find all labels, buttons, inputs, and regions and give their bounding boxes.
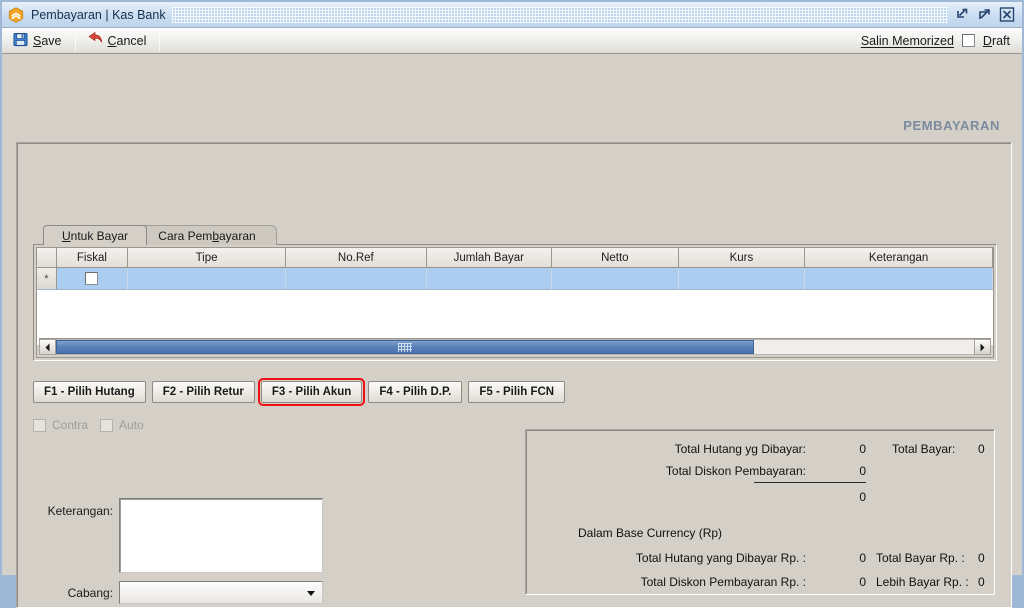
cancel-button[interactable]: Cancel bbox=[80, 30, 156, 52]
grid-col-jumlah-bayar[interactable]: Jumlah Bayar bbox=[426, 248, 553, 268]
close-button[interactable] bbox=[998, 7, 1015, 23]
restore-button[interactable] bbox=[954, 7, 971, 23]
draft-label: Draft bbox=[982, 33, 1010, 48]
f1-pilih-hutang-button[interactable]: F1 - Pilih Hutang bbox=[33, 381, 146, 403]
cell-no-ref[interactable] bbox=[286, 268, 427, 290]
total-bayar-rp-value: 0 bbox=[978, 551, 985, 565]
total-bayar-rp-label: Total Bayar Rp. : bbox=[876, 551, 965, 565]
cabang-label: Cabang: bbox=[67, 586, 113, 600]
total-bayar-value: 0 bbox=[978, 442, 985, 456]
title-bar-texture bbox=[171, 6, 948, 23]
row-indicator: * bbox=[37, 268, 57, 290]
salin-memorized-button[interactable]: Salin Memorized bbox=[861, 34, 954, 48]
keterangan-textarea[interactable] bbox=[119, 498, 323, 573]
auto-checkbox bbox=[100, 418, 114, 432]
detail-panel: Cara Pembayaran Untuk Bayar Fiskal Tipe … bbox=[16, 142, 1012, 608]
grid-col-fiskal[interactable]: Fiskal bbox=[56, 248, 128, 268]
subtotal-value: 0 bbox=[859, 490, 866, 504]
save-label: Save bbox=[33, 33, 62, 48]
f3-pilih-akun-button[interactable]: F3 - Pilih Akun bbox=[257, 378, 366, 406]
f5-pilih-fcn-button[interactable]: F5 - Pilih FCN bbox=[468, 381, 566, 403]
title-bar: Pembayaran | Kas Bank bbox=[2, 2, 1022, 28]
function-button-row: F1 - Pilih Hutang F2 - Pilih Retur F3 - … bbox=[33, 378, 566, 406]
toolbar: Save Cancel Salin Memorized Draft bbox=[2, 28, 1022, 54]
cell-jumlah-bayar[interactable] bbox=[426, 268, 553, 290]
tab-untuk-bayar[interactable]: Untuk Bayar bbox=[43, 225, 147, 245]
f4-pilih-dp-button[interactable]: F4 - Pilih D.P. bbox=[368, 381, 463, 403]
lebih-bayar-rp-value: 0 bbox=[978, 575, 985, 589]
totals-divider bbox=[754, 482, 866, 483]
scrollbar-track[interactable] bbox=[56, 339, 974, 355]
form-body: PEMBAYARAN No.Pembayaran: AUTO Tanggal: … bbox=[2, 54, 1022, 608]
grid-col-netto[interactable]: Netto bbox=[552, 248, 679, 268]
total-diskon-rp-label: Total Diskon Pembayaran Rp. : bbox=[640, 575, 806, 589]
toolbar-right-group: Salin Memorized Draft bbox=[861, 34, 1018, 48]
auto-label: Auto bbox=[119, 418, 144, 432]
draft-checkbox[interactable] bbox=[961, 34, 975, 47]
scrollbar-grip bbox=[397, 342, 412, 352]
total-hutang-rp-value: 0 bbox=[859, 551, 866, 565]
total-hutang-rp-label: Total Hutang yang Dibayar Rp. : bbox=[635, 551, 806, 565]
hexagon-chevron-icon bbox=[8, 6, 24, 23]
totals-panel: Total Hutang yg Dibayar: 0 Total Bayar: … bbox=[525, 429, 995, 595]
total-hutang-value: 0 bbox=[859, 442, 866, 456]
base-currency-label: Dalam Base Currency (Rp) bbox=[578, 526, 723, 540]
scrollbar-thumb[interactable] bbox=[56, 340, 754, 354]
cell-keterangan[interactable] bbox=[805, 268, 993, 290]
grid-corner-cell bbox=[37, 248, 57, 268]
floppy-disk-icon bbox=[13, 32, 28, 50]
page-title: PEMBAYARAN bbox=[903, 118, 1000, 133]
total-diskon-rp-value: 0 bbox=[859, 575, 866, 589]
application-window: Pembayaran | Kas Bank Save Cancel Salin … bbox=[0, 0, 1024, 608]
contra-auto-row: Contra Auto bbox=[33, 418, 144, 432]
tab-cara-pembayaran[interactable]: Cara Pembayaran bbox=[137, 225, 277, 245]
payment-grid-inner: Fiskal Tipe No.Ref Jumlah Bayar Netto Ku… bbox=[36, 247, 994, 358]
window-controls bbox=[954, 7, 1015, 23]
cell-kurs[interactable] bbox=[678, 268, 806, 290]
cabang-select[interactable] bbox=[119, 581, 323, 604]
grid-header-row: Fiskal Tipe No.Ref Jumlah Bayar Netto Ku… bbox=[37, 248, 993, 268]
scroll-left-button[interactable] bbox=[39, 339, 56, 355]
cell-netto[interactable] bbox=[552, 268, 679, 290]
keterangan-label: Keterangan: bbox=[47, 504, 113, 518]
tab-untuk-bayar-label: Untuk Bayar bbox=[61, 228, 129, 243]
total-bayar-label: Total Bayar: bbox=[892, 442, 956, 456]
grid-empty-area bbox=[37, 290, 993, 345]
table-row[interactable]: * bbox=[37, 268, 993, 290]
total-diskon-label: Total Diskon Pembayaran: bbox=[665, 464, 806, 478]
window-title: Pembayaran | Kas Bank bbox=[31, 7, 166, 22]
cancel-label: Cancel bbox=[107, 33, 147, 48]
toolbar-divider-1 bbox=[74, 30, 76, 51]
grid-horizontal-scrollbar[interactable] bbox=[39, 338, 991, 355]
tab-strip: Cara Pembayaran Untuk Bayar bbox=[33, 225, 997, 245]
toolbar-divider-2 bbox=[159, 30, 161, 51]
undo-arrow-icon bbox=[87, 31, 103, 50]
total-hutang-label: Total Hutang yg Dibayar: bbox=[674, 442, 806, 456]
contra-checkbox bbox=[33, 418, 46, 432]
save-button[interactable]: Save bbox=[6, 30, 71, 52]
grid-col-no-ref[interactable]: No.Ref bbox=[286, 248, 427, 268]
cell-tipe[interactable] bbox=[127, 268, 287, 290]
grid-col-keterangan[interactable]: Keterangan bbox=[805, 248, 993, 268]
contra-label: Contra bbox=[52, 418, 89, 432]
fiskal-checkbox[interactable] bbox=[85, 272, 99, 285]
cell-fiskal[interactable] bbox=[56, 268, 128, 290]
grid-col-kurs[interactable]: Kurs bbox=[678, 248, 806, 268]
grid-col-tipe[interactable]: Tipe bbox=[127, 248, 287, 268]
lebih-bayar-rp-label: Lebih Bayar Rp. : bbox=[876, 575, 969, 589]
payment-grid: Fiskal Tipe No.Ref Jumlah Bayar Netto Ku… bbox=[33, 244, 997, 361]
f2-pilih-retur-button[interactable]: F2 - Pilih Retur bbox=[151, 381, 255, 403]
tab-cara-pembayaran-label: Cara Pembayaran bbox=[158, 228, 256, 243]
maximize-button[interactable] bbox=[976, 7, 993, 23]
scroll-right-button[interactable] bbox=[974, 339, 991, 355]
total-diskon-value: 0 bbox=[859, 464, 866, 478]
